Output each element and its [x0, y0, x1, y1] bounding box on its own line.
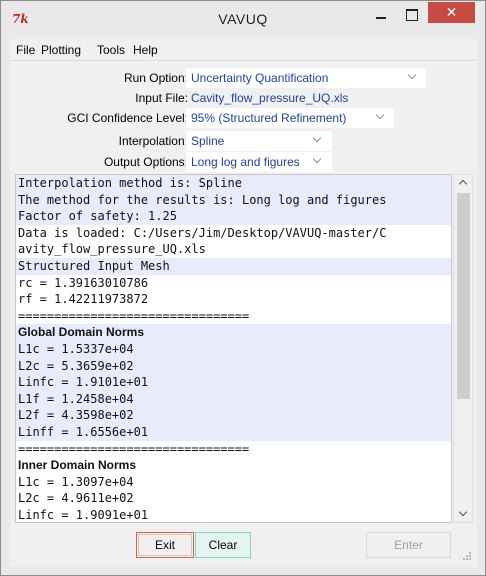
- output-line: L1c = 1.5337e+04: [16, 340, 451, 358]
- scrollbar-thumb[interactable]: [457, 193, 470, 399]
- chevron-down-icon: [313, 134, 323, 144]
- output-line: rc = 1.39163010786: [18, 275, 149, 290]
- menu-help[interactable]: Help: [133, 43, 158, 57]
- output-options-value: Long log and figures: [191, 155, 300, 169]
- output-scrollbar[interactable]: [453, 174, 473, 523]
- run-option-label: Run Option:: [123, 71, 188, 85]
- interpolation-select[interactable]: Spline: [186, 131, 332, 151]
- clear-button[interactable]: Clear: [195, 532, 251, 558]
- gci-confidence-value: 95% (Structured Refinement): [191, 111, 347, 125]
- output-line: L2f = 4.3598e+02: [16, 407, 451, 424]
- output-line: L2c = 4.9611e+02: [18, 491, 134, 506]
- minimize-icon[interactable]: [367, 4, 395, 26]
- output-line: ================================: [18, 308, 250, 323]
- interpolation-value: Spline: [191, 134, 225, 148]
- exit-button[interactable]: Exit: [136, 532, 194, 558]
- output-log[interactable]: Interpolation method is: Spline The metho…: [15, 174, 452, 523]
- output-section-heading: Global Domain Norms: [16, 324, 451, 341]
- run-option-row: Run Option: Uncertainty Quantification: [10, 68, 477, 88]
- input-file-row: Input File: Cavity_flow_pressure_UQ.xls: [10, 88, 477, 108]
- output-line: L1f = 1.2458e+04: [16, 390, 451, 408]
- menu-plotting[interactable]: Plotting: [41, 43, 81, 57]
- interpolation-row: Interpolation: Spline: [10, 131, 477, 151]
- output-line: ================================: [18, 441, 250, 456]
- output-options-select[interactable]: Long log and figures: [186, 152, 332, 172]
- chevron-down-icon: [376, 111, 386, 121]
- vavuq-window: 7k VAVUQ ✕ File Plotting Tools Help Run …: [0, 0, 486, 576]
- main-panel: Run Option: Uncertainty Quantification I…: [10, 61, 477, 567]
- menu-file[interactable]: File: [16, 43, 35, 57]
- output-line: Linfc = 1.9091e+01: [18, 507, 149, 522]
- chevron-down-icon: [408, 71, 418, 81]
- input-file-value: Cavity_flow_pressure_UQ.xls: [191, 91, 349, 105]
- output-line: Structured Input Mesh: [16, 257, 451, 275]
- gci-confidence-row: GCI Confidence Level: 95% (Structured Re…: [10, 108, 477, 128]
- close-icon[interactable]: ✕: [428, 2, 475, 23]
- output-options-label: Output Options:: [103, 155, 188, 169]
- scroll-down-icon[interactable]: [458, 509, 468, 517]
- output-line: L1c = 1.3097e+04: [18, 474, 134, 489]
- output-line: Linff = 1.6556e+01: [16, 423, 451, 441]
- output-line: Factor of safety: 1.25: [16, 208, 451, 225]
- gci-confidence-select[interactable]: 95% (Structured Refinement): [186, 108, 394, 128]
- scroll-up-icon[interactable]: [458, 178, 468, 186]
- output-line: The method for the results is: Long log …: [16, 191, 451, 209]
- chevron-down-icon: [313, 155, 323, 165]
- menu-tools[interactable]: Tools: [97, 43, 125, 57]
- output-line: Data is loaded: C:/Users/Jim/Desktop/VAV…: [18, 225, 387, 240]
- maximize-icon[interactable]: [397, 4, 425, 26]
- run-option-value: Uncertainty Quantification: [191, 71, 329, 85]
- menu-bar: File Plotting Tools Help: [10, 39, 477, 61]
- output-line: rf = 1.42211973872: [18, 292, 149, 307]
- run-option-select[interactable]: Uncertainty Quantification: [186, 68, 426, 88]
- gci-confidence-label: GCI Confidence Level:: [67, 111, 188, 125]
- interpolation-label: Interpolation:: [118, 134, 188, 148]
- output-line: Interpolation method is: Spline: [16, 175, 451, 192]
- output-line: Linfc = 1.9101e+01: [16, 374, 451, 391]
- output-section-heading: Inner Domain Norms: [18, 458, 137, 473]
- output-line: avity_flow_pressure_UQ.xls: [18, 242, 206, 257]
- input-file-label: Input File:: [135, 91, 188, 105]
- enter-button[interactable]: Enter: [366, 532, 451, 558]
- output-line: L2c = 5.3659e+02: [16, 357, 451, 375]
- output-options-row: Output Options: Long log and figures: [10, 152, 477, 172]
- title-bar[interactable]: 7k VAVUQ ✕: [1, 1, 485, 37]
- resize-grip-icon[interactable]: [462, 552, 472, 562]
